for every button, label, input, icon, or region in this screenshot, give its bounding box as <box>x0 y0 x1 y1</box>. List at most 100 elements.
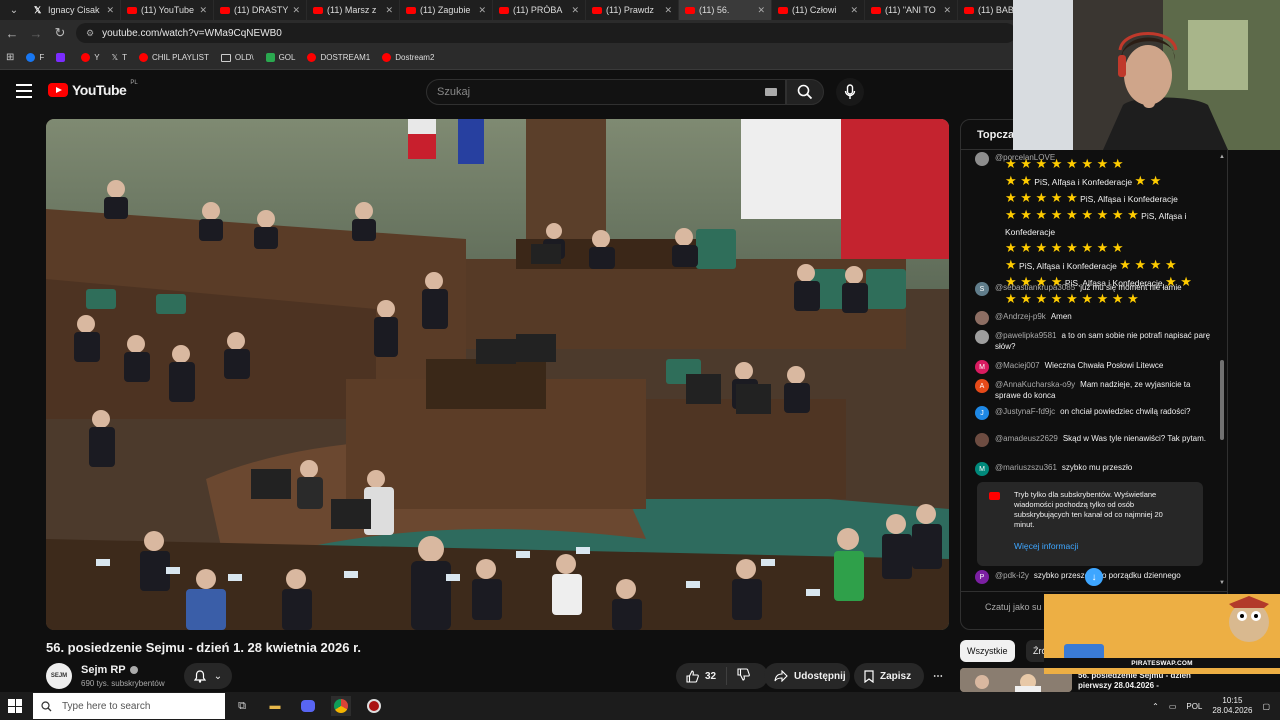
browser-tab[interactable]: (11) Marsz z ✕ <box>307 0 400 20</box>
chat-message[interactable]: M @Maciej007 Wieczna Chwała Posłowi Litewc… <box>975 360 1223 374</box>
youtube-logo[interactable]: YouTube PL <box>48 80 138 98</box>
bookmark-item[interactable]: GOL <box>265 53 295 62</box>
bookmark-label: Dostream2 <box>395 53 435 62</box>
browser-tab[interactable]: (11) Człowi ✕ <box>772 0 865 20</box>
recommendation-title[interactable]: 56. posiedzenie Sejmu - dzień pierwszy 2… <box>1078 671 1218 691</box>
channel-name[interactable]: Sejm RP <box>81 664 138 676</box>
chrome-icon[interactable] <box>331 696 351 716</box>
browser-tab[interactable]: (11) Prawdz ✕ <box>586 0 679 20</box>
thumbs-up-icon <box>686 669 699 683</box>
chip-all[interactable]: Wszystkie <box>960 640 1015 662</box>
close-icon[interactable]: ✕ <box>199 5 207 16</box>
discord-icon[interactable] <box>298 696 318 716</box>
bookmark-item[interactable]: OLD\ <box>220 53 254 62</box>
close-icon[interactable]: ✕ <box>571 5 579 16</box>
bookmark-item[interactable]: Y <box>81 53 100 62</box>
tab-search-button[interactable]: ⌄ <box>0 0 28 20</box>
obs-icon[interactable] <box>364 696 384 716</box>
chat-message[interactable]: S @sebastiankrupa3085 już mu się moment ni… <box>975 282 1223 296</box>
taskbar-search[interactable]: Type here to search <box>33 693 225 719</box>
menu-icon[interactable] <box>16 84 32 98</box>
network-icon[interactable]: ▭ <box>1169 702 1177 711</box>
share-button[interactable]: Udostępnij <box>764 663 850 689</box>
avatar[interactable]: M <box>975 360 989 374</box>
keyboard-icon[interactable] <box>765 88 777 96</box>
chat-message[interactable]: M @mariuszszu361 szybko mu przeszło <box>975 462 1223 476</box>
chat-scrollbar[interactable] <box>1220 360 1224 440</box>
bookmark-item[interactable]: Dostream2 <box>382 53 434 62</box>
browser-tab[interactable]: (11) DRASTY ✕ <box>214 0 307 20</box>
message-author[interactable]: @amadeusz2629 <box>995 434 1058 443</box>
bookmark-item[interactable]: DOSTREAM1 <box>307 53 370 62</box>
system-tray: ⌃ ▭ POL 10:15 28.04.2026 ▢ <box>1152 692 1280 720</box>
task-view-icon[interactable]: ⧉ <box>232 696 252 716</box>
browser-tab[interactable]: (11) "ANI TO ✕ <box>865 0 958 20</box>
chat-message[interactable]: @pawelipka9581 a to on sam sobie nie potr… <box>975 330 1223 352</box>
clock[interactable]: 10:15 28.04.2026 <box>1212 696 1252 716</box>
message-author[interactable]: @Andrzej-p9k <box>995 312 1046 321</box>
start-button[interactable] <box>8 699 22 713</box>
avatar[interactable]: M <box>975 462 989 476</box>
video-player[interactable] <box>46 119 949 630</box>
chat-message[interactable]: A @AnnaKucharska-o9y Mam nadzieje, ze wyja… <box>975 379 1223 401</box>
url-bar[interactable]: ⚙ youtube.com/watch?v=WMa9CqNEWB0 <box>76 23 1016 43</box>
bookmark-item[interactable]: CHIL PLAYLIST <box>138 53 209 62</box>
avatar[interactable]: A <box>975 379 989 393</box>
voice-search-button[interactable] <box>836 78 864 106</box>
more-actions-button[interactable]: ⋯ <box>926 663 950 689</box>
message-author[interactable]: @Maciej007 <box>995 361 1040 370</box>
like-button[interactable]: 32 <box>676 667 728 685</box>
scroll-down-arrow[interactable]: ▼ <box>1219 580 1225 586</box>
browser-tab[interactable]: (11) Zagubie ✕ <box>400 0 493 20</box>
notifications-button[interactable]: ⌄ <box>184 663 232 689</box>
scroll-up-arrow[interactable]: ▲ <box>1219 154 1225 160</box>
reload-icon[interactable]: ↻ <box>48 25 72 41</box>
close-icon[interactable]: ✕ <box>106 5 114 16</box>
avatar[interactable]: S <box>975 282 989 296</box>
chat-message[interactable]: J @JustynaF-fd9jc on chciał powiedziec chw… <box>975 406 1223 420</box>
message-author[interactable]: @JustynaF-fd9jc <box>995 407 1055 416</box>
bookmark-item[interactable] <box>56 53 69 62</box>
avatar[interactable]: P <box>975 570 989 584</box>
avatar[interactable]: J <box>975 406 989 420</box>
forward-icon[interactable]: → <box>24 26 48 41</box>
close-icon[interactable]: ✕ <box>943 5 951 16</box>
notice-text: Tryb tylko dla subskrybentów. Wyświetlan… <box>1014 490 1163 529</box>
search-input[interactable]: Szukaj <box>426 79 786 105</box>
close-icon[interactable]: ✕ <box>664 5 672 16</box>
browser-tab[interactable]: (11) PRÓBA ✕ <box>493 0 586 20</box>
message-author[interactable]: @mariuszszu361 <box>995 463 1057 472</box>
browser-tab[interactable]: 𝕏 Ignacy Cisak ✕ <box>28 0 121 20</box>
notification-icon[interactable]: ▢ <box>1262 702 1270 711</box>
site-info-icon[interactable]: ⚙ <box>86 28 94 39</box>
apps-icon[interactable]: ⊞ <box>6 52 14 63</box>
avatar[interactable] <box>975 433 989 447</box>
file-explorer-icon[interactable]: ▬ <box>265 696 285 716</box>
dislike-button[interactable] <box>727 668 760 684</box>
avatar[interactable] <box>975 311 989 325</box>
more-info-link[interactable]: Więcej informacji <box>1014 541 1078 551</box>
browser-tab[interactable]: (11) 56. ✕ <box>679 0 772 20</box>
close-icon[interactable]: ✕ <box>478 5 486 16</box>
search-button[interactable] <box>786 79 824 105</box>
close-icon[interactable]: ✕ <box>292 5 300 16</box>
close-icon[interactable]: ✕ <box>850 5 858 16</box>
bookmark-item[interactable]: 𝕏T <box>112 53 127 62</box>
browser-tab[interactable]: (11) YouTube ✕ <box>121 0 214 20</box>
message-author[interactable]: @sebastiankrupa3085 <box>995 283 1075 292</box>
chat-message[interactable]: @amadeusz2629 Skąd w Was tyle nienawiści?… <box>975 433 1223 447</box>
message-author[interactable]: @pawelipka9581 <box>995 331 1057 340</box>
close-icon[interactable]: ✕ <box>385 5 393 16</box>
chevron-up-icon[interactable]: ⌃ <box>1152 702 1159 711</box>
channel-avatar[interactable]: SEJM <box>46 663 72 689</box>
chat-message[interactable]: @Andrzej-p9k Amen <box>975 311 1223 325</box>
jump-to-bottom-button[interactable]: ↓ <box>1085 568 1103 586</box>
back-icon[interactable]: ← <box>0 26 24 41</box>
avatar[interactable] <box>975 330 989 344</box>
close-icon[interactable]: ✕ <box>757 5 765 16</box>
bookmark-item[interactable]: F <box>26 53 44 62</box>
save-button[interactable]: Zapisz <box>854 663 924 689</box>
message-author[interactable]: @AnnaKucharska-o9y <box>995 380 1075 389</box>
language-indicator[interactable]: POL <box>1186 702 1202 711</box>
message-author[interactable]: @pdk-i2y <box>995 571 1029 580</box>
